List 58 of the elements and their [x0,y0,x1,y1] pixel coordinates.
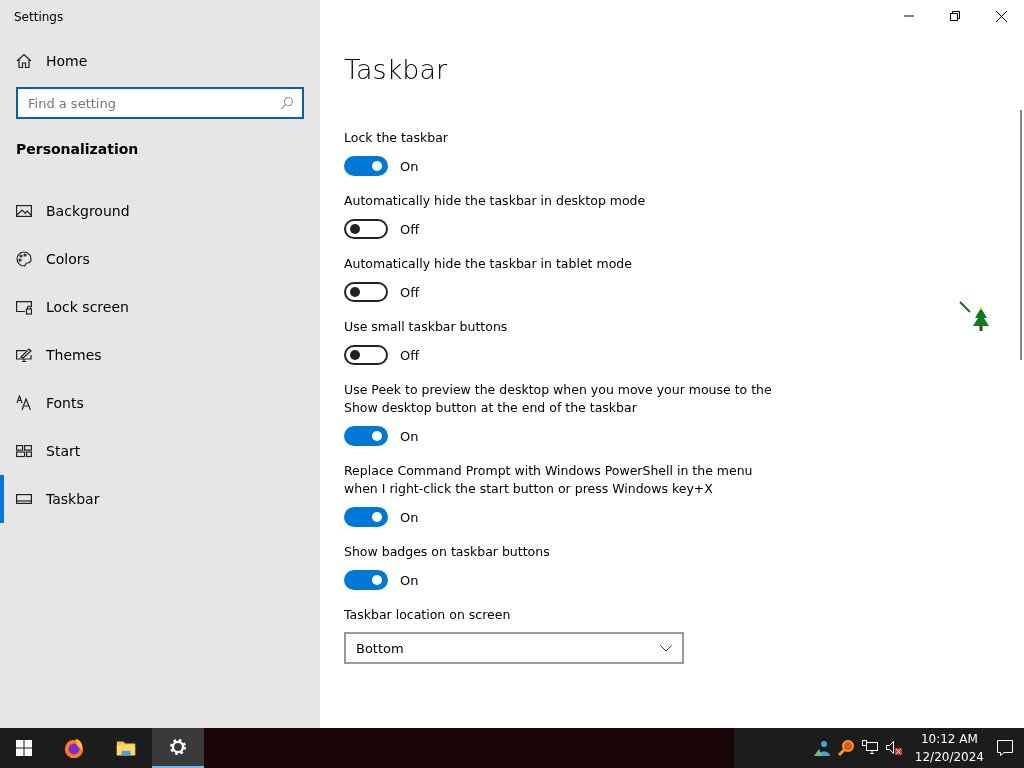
toggle-switch[interactable] [344,426,388,446]
notification-icon[interactable] [996,739,1014,757]
scrollbar[interactable] [1020,110,1022,360]
restore-icon [950,11,960,21]
taskbar-app[interactable] [152,728,204,768]
chevron-icon [660,644,672,652]
setting-label: Use small taskbar buttons [344,318,509,336]
setting-label: Lock the taskbar [344,129,449,147]
section-heading: Personalization [16,141,140,157]
windows-logo-icon [16,740,32,756]
themes-icon [16,347,32,363]
muted-speaker-icon[interactable] [884,739,903,757]
toggle-state: On [400,509,419,525]
nav-item[interactable]: Start [0,427,320,475]
settings-icon [167,736,189,758]
toggle-state: Off [400,347,420,363]
search-field[interactable]: Find a setting [16,87,304,119]
palette-icon [16,251,32,267]
setting-label: Use Peek to preview the desktop when you move your mouse to the Show desktop button at the end of the taskbar [344,381,773,417]
setting-label: Taskbar location on screen [344,606,512,624]
toggle-state: Off [400,221,420,237]
setting-label: Show badges on taskbar buttons [344,543,551,561]
people-icon[interactable] [812,739,831,757]
toggle-switch[interactable] [344,345,388,365]
page-title: Taskbar [344,54,449,85]
lock-screen-icon [16,299,32,315]
taskbar-icon [16,491,32,507]
toggle-state: On [400,158,419,174]
setting-label: Replace Command Prompt with Windows PowerShell in the menu when I right-click the start button or press Windows key+X [344,462,754,498]
toggle-state: Off [400,284,420,300]
picture-icon [16,203,32,219]
location-dropdown[interactable]: Bottom [344,632,684,664]
nav-item[interactable]: Colors [0,235,320,283]
tree-cursor-icon [958,300,992,334]
fonts-icon [16,395,32,411]
setting-label: Automatically hide the taskbar in desktop mode [344,192,647,210]
toggle-switch[interactable] [344,219,388,239]
window-title: Settings [13,9,65,26]
toggle-switch[interactable] [344,282,388,302]
toggle-switch[interactable] [344,156,388,176]
search-icon [280,96,294,110]
home-link[interactable]: Home [16,53,320,69]
nav-item[interactable]: Themes [0,331,320,379]
toggle-switch[interactable] [344,570,388,590]
close-icon [995,10,1007,22]
nav-item[interactable]: Fonts [0,379,320,427]
magnifier-icon[interactable] [836,739,855,757]
nav-item[interactable]: Background [0,187,320,235]
nav-item[interactable]: Lock screen [0,283,320,331]
start-icon [16,443,32,459]
toggle-state: On [400,428,419,444]
network-icon[interactable] [860,739,879,757]
home-icon [16,53,32,69]
clock[interactable]: 10:12 AM 12/20/2024 [914,730,984,766]
toggle-state: On [400,572,419,588]
setting-label: Automatically hide the taskbar in tablet mode [344,255,633,273]
browser-icon [63,737,85,759]
toggle-switch[interactable] [344,507,388,527]
